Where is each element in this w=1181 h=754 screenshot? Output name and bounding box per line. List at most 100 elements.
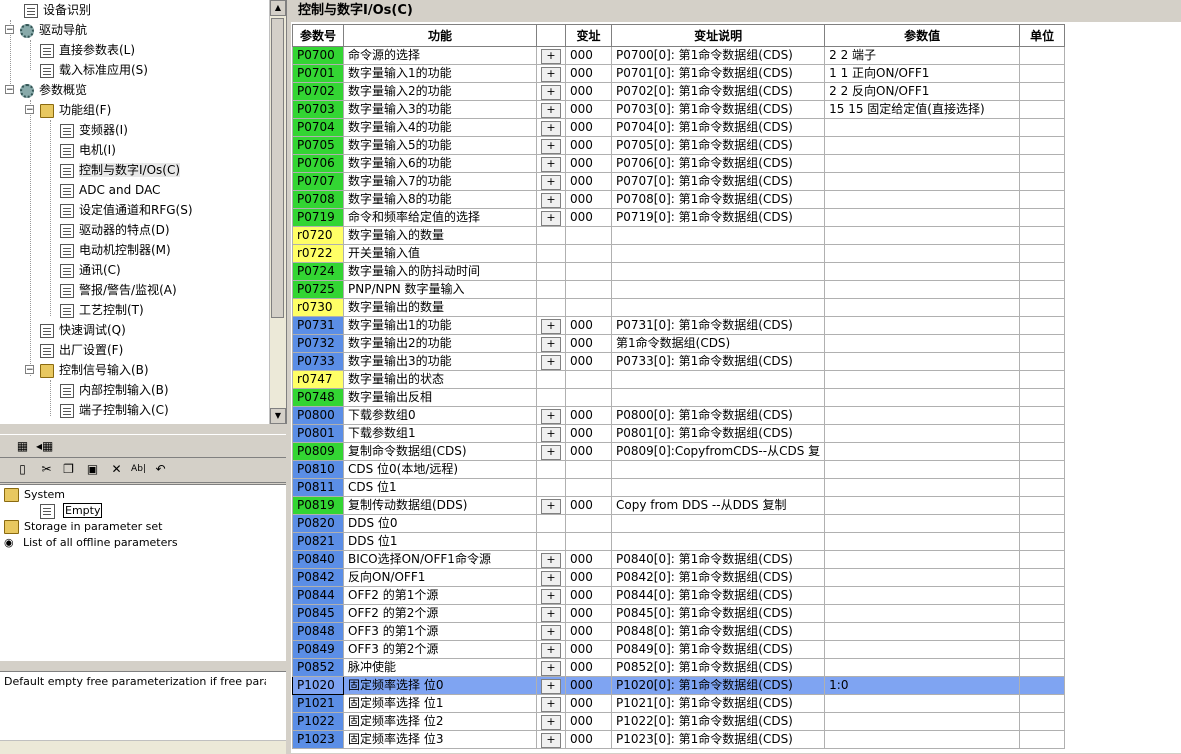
copy-icon[interactable]: ❐ bbox=[60, 461, 77, 478]
tree-vertical-scrollbar[interactable]: ▲ ▼ bbox=[269, 0, 286, 424]
value-cell[interactable] bbox=[824, 118, 1021, 137]
param-id-cell[interactable]: P0725 bbox=[292, 280, 344, 299]
index-cell[interactable]: 000 bbox=[565, 136, 612, 155]
collapse-icon[interactable]: − bbox=[5, 25, 14, 35]
value-cell[interactable] bbox=[824, 640, 1021, 659]
expand-index-button[interactable]: + bbox=[541, 337, 561, 352]
index-cell[interactable]: 000 bbox=[565, 154, 612, 173]
function-cell[interactable]: 固定频率选择 位3 bbox=[343, 730, 537, 749]
tree-item-motor[interactable]: 电机(I) bbox=[60, 140, 116, 160]
table-row[interactable]: P0724 数字量输入的防抖动时间 bbox=[292, 262, 1066, 281]
value-cell[interactable] bbox=[824, 208, 1021, 227]
index-cell[interactable]: 000 bbox=[565, 730, 612, 749]
table-row[interactable]: P0731 数字量输出1的功能 +000 P0731[0]: 第1命令数据组(CDS) bbox=[292, 316, 1066, 335]
value-cell[interactable] bbox=[824, 586, 1021, 605]
function-cell[interactable]: 命令源的选择 bbox=[343, 46, 537, 65]
collapse-icon[interactable]: − bbox=[5, 85, 14, 95]
function-cell[interactable]: 数字量输入1的功能 bbox=[343, 64, 537, 83]
param-id-cell[interactable]: P0707 bbox=[292, 172, 344, 191]
function-cell[interactable]: DDS 位1 bbox=[343, 532, 537, 551]
table-row[interactable]: r0720 数字量输入的数量 bbox=[292, 226, 1066, 245]
expand-index-button[interactable]: + bbox=[541, 67, 561, 82]
index-cell[interactable]: 000 bbox=[565, 676, 612, 695]
index-cell[interactable] bbox=[565, 460, 612, 479]
tree-item-motor-controller[interactable]: 电动机控制器(M) bbox=[60, 240, 171, 260]
function-cell[interactable]: 命令和频率给定值的选择 bbox=[343, 208, 537, 227]
index-cell[interactable]: 000 bbox=[565, 604, 612, 623]
tree-item-quick-commissioning[interactable]: 快速调试(Q) bbox=[40, 320, 126, 340]
param-id-cell[interactable]: P1023 bbox=[292, 730, 344, 749]
expand-index-button[interactable]: + bbox=[541, 733, 561, 748]
expand-index-button[interactable]: + bbox=[541, 589, 561, 604]
index-cell[interactable] bbox=[565, 280, 612, 299]
table-row[interactable]: P0732 数字量输出2的功能 +000 第1命令数据组(CDS) bbox=[292, 334, 1066, 353]
value-cell[interactable] bbox=[824, 316, 1021, 335]
table-row[interactable]: P0821 DDS 位1 bbox=[292, 532, 1066, 551]
expand-index-button[interactable]: + bbox=[541, 139, 561, 154]
table-row[interactable]: P0844 OFF2 的第1个源 +000 P0844[0]: 第1命令数据组(CDS… bbox=[292, 586, 1066, 605]
value-cell[interactable] bbox=[824, 568, 1021, 587]
param-id-cell[interactable]: r0730 bbox=[292, 298, 344, 317]
function-cell[interactable]: OFF2 的第2个源 bbox=[343, 604, 537, 623]
column-header-index[interactable]: 变址 bbox=[565, 24, 612, 47]
expand-index-button[interactable]: + bbox=[541, 607, 561, 622]
param-id-cell[interactable]: P0724 bbox=[292, 262, 344, 281]
tree-item-setpoint-rfg[interactable]: 设定值通道和RFG(S) bbox=[60, 200, 193, 220]
function-cell[interactable]: 固定频率选择 位1 bbox=[343, 694, 537, 713]
scrollbar-thumb[interactable] bbox=[271, 18, 284, 318]
expand-index-button[interactable]: + bbox=[541, 643, 561, 658]
index-cell[interactable]: 000 bbox=[565, 712, 612, 731]
value-cell[interactable] bbox=[824, 550, 1021, 569]
table-row[interactable]: P0811 CDS 位1 bbox=[292, 478, 1066, 497]
value-cell[interactable] bbox=[824, 604, 1021, 623]
value-cell[interactable] bbox=[824, 424, 1021, 443]
index-cell[interactable] bbox=[565, 262, 612, 281]
function-cell[interactable]: OFF2 的第1个源 bbox=[343, 586, 537, 605]
delete-icon[interactable]: ✕ bbox=[108, 461, 125, 478]
index-cell[interactable] bbox=[565, 388, 612, 407]
param-id-cell[interactable]: P0732 bbox=[292, 334, 344, 353]
undo-icon[interactable]: ↶ bbox=[152, 461, 169, 478]
table-row[interactable]: P0704 数字量输入4的功能 +000 P0704[0]: 第1命令数据组(CDS) bbox=[292, 118, 1066, 137]
function-cell[interactable]: 数字量输入6的功能 bbox=[343, 154, 537, 173]
index-cell[interactable] bbox=[565, 478, 612, 497]
table-row[interactable]: P0800 下载参数组0 +000 P0800[0]: 第1命令数据组(CDS) bbox=[292, 406, 1066, 425]
table-row[interactable]: P0809 复制命令数据组(CDS) +000 P0809[0]:CopyfromCD… bbox=[292, 442, 1066, 461]
value-cell[interactable] bbox=[824, 154, 1021, 173]
expand-index-button[interactable]: + bbox=[541, 49, 561, 64]
function-cell[interactable]: 下载参数组1 bbox=[343, 424, 537, 443]
index-cell[interactable]: 000 bbox=[565, 334, 612, 353]
value-cell[interactable] bbox=[824, 496, 1021, 515]
tree-item-terminal-control-input[interactable]: 端子控制输入(C) bbox=[60, 400, 169, 420]
table-row[interactable]: P1023 固定频率选择 位3 +000 P1023[0]: 第1命令数据组(CDS) bbox=[292, 730, 1066, 749]
table-row[interactable]: P0719 命令和频率给定值的选择 +000 P0719[0]: 第1命令数据组(CD… bbox=[292, 208, 1066, 227]
function-cell[interactable]: 数字量输入的数量 bbox=[343, 226, 537, 245]
function-cell[interactable]: OFF3 的第1个源 bbox=[343, 622, 537, 641]
index-cell[interactable]: 000 bbox=[565, 442, 612, 461]
param-id-cell[interactable]: P0702 bbox=[292, 82, 344, 101]
scroll-up-icon[interactable]: ▲ bbox=[270, 0, 286, 16]
param-id-cell[interactable]: P0700 bbox=[292, 46, 344, 65]
function-cell[interactable]: 脉冲使能 bbox=[343, 658, 537, 677]
function-cell[interactable]: 数字量输出1的功能 bbox=[343, 316, 537, 335]
value-cell[interactable] bbox=[824, 442, 1021, 461]
offline-item-storage[interactable]: Storage in parameter set bbox=[4, 519, 162, 535]
expand-index-button[interactable]: + bbox=[541, 211, 561, 226]
param-id-cell[interactable]: P0701 bbox=[292, 64, 344, 83]
tree-item-tech-control[interactable]: 工艺控制(T) bbox=[60, 300, 144, 320]
table-row[interactable]: P0801 下载参数组1 +000 P0801[0]: 第1命令数据组(CDS) bbox=[292, 424, 1066, 443]
table-row[interactable]: P0706 数字量输入6的功能 +000 P0706[0]: 第1命令数据组(CDS) bbox=[292, 154, 1066, 173]
index-cell[interactable]: 000 bbox=[565, 586, 612, 605]
function-cell[interactable]: OFF3 的第2个源 bbox=[343, 640, 537, 659]
value-cell[interactable]: 1 1 正向ON/OFF1 bbox=[824, 64, 1021, 83]
offline-item-empty[interactable]: Empty bbox=[40, 503, 103, 519]
table-row[interactable]: r0722 开关量输入值 bbox=[292, 244, 1066, 263]
tree-item-inverter[interactable]: 变频器(I) bbox=[60, 120, 128, 140]
expand-index-button[interactable]: + bbox=[541, 193, 561, 208]
expand-index-button[interactable]: + bbox=[541, 571, 561, 586]
table-row[interactable]: P0840 BICO选择ON/OFF1命令源 +000 P0840[0]: 第1命令数… bbox=[292, 550, 1066, 569]
value-cell[interactable] bbox=[824, 658, 1021, 677]
param-id-cell[interactable]: P0844 bbox=[292, 586, 344, 605]
value-cell[interactable] bbox=[824, 712, 1021, 731]
table-row[interactable]: P0842 反向ON/OFF1 +000 P0842[0]: 第1命令数据组(CDS) bbox=[292, 568, 1066, 587]
